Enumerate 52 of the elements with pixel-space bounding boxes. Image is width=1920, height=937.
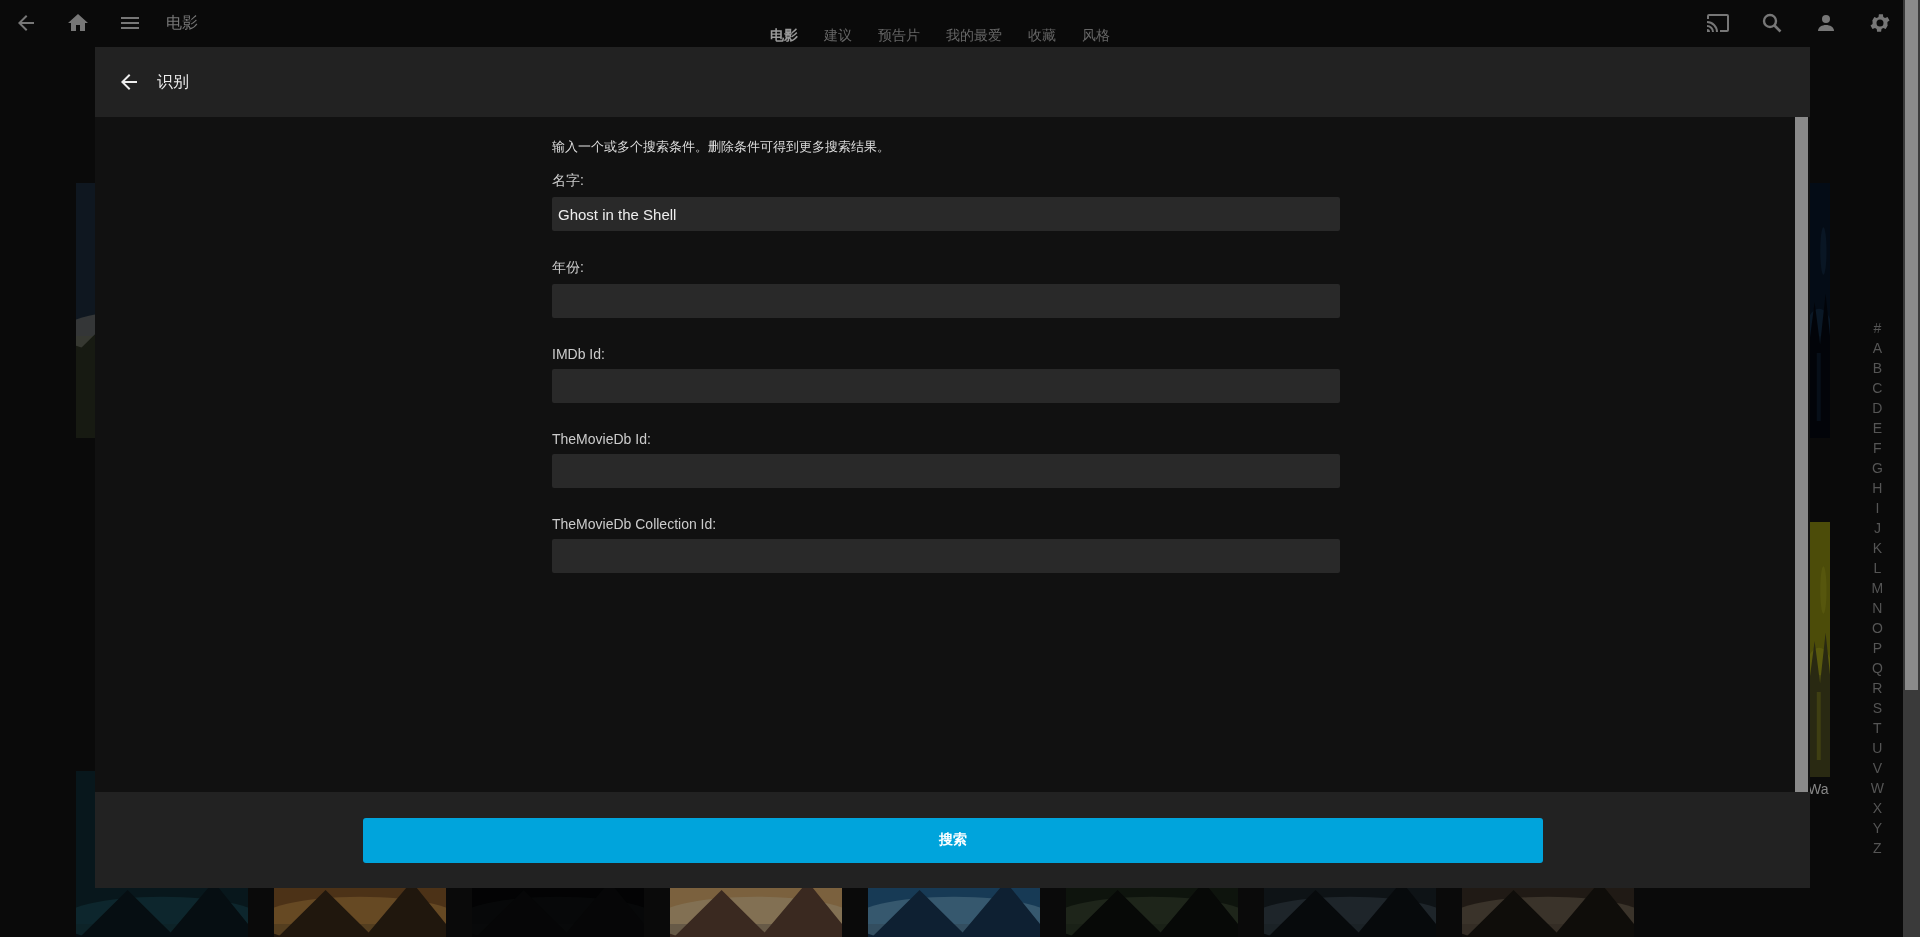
nav-tab[interactable]: 预告片: [878, 27, 920, 45]
field-label: TheMovieDb Collection Id:: [552, 516, 718, 532]
field-label: 名字:: [552, 172, 585, 190]
alphabet-letter[interactable]: I: [1875, 498, 1880, 518]
search-icon[interactable]: [1760, 11, 1784, 35]
scrollbar[interactable]: [1903, 0, 1920, 937]
alphabet-letter[interactable]: P: [1872, 638, 1883, 658]
nav-tab[interactable]: 我的最爱: [946, 27, 1002, 45]
alphabet-letter[interactable]: D: [1872, 398, 1883, 418]
alphabet-letter[interactable]: Z: [1873, 838, 1882, 858]
alphabet-letter[interactable]: V: [1872, 758, 1883, 778]
nav-tab[interactable]: 收藏: [1028, 27, 1056, 45]
settings-icon[interactable]: [1868, 11, 1892, 35]
input-field[interactable]: [552, 539, 1340, 573]
alphabet-letter[interactable]: O: [1871, 618, 1883, 638]
alphabet-letter[interactable]: G: [1871, 458, 1883, 478]
field-label: TheMovieDb Id:: [552, 431, 652, 447]
alphabet-letter[interactable]: S: [1872, 698, 1883, 718]
alphabet-letter[interactable]: E: [1872, 418, 1883, 438]
alphabet-letter[interactable]: Y: [1872, 818, 1883, 838]
alphabet-letter[interactable]: L: [1873, 558, 1882, 578]
nav-tab[interactable]: 电影: [770, 27, 798, 45]
cast-icon[interactable]: [1706, 11, 1730, 35]
alphabet-letter[interactable]: T: [1873, 718, 1882, 738]
alphabet-letter[interactable]: K: [1872, 538, 1883, 558]
alphabet-letter[interactable]: H: [1872, 478, 1883, 498]
alphabet-letter[interactable]: M: [1871, 578, 1884, 598]
input-field[interactable]: [552, 284, 1340, 318]
input-field[interactable]: [552, 454, 1340, 488]
alphabet-letter[interactable]: Q: [1871, 658, 1883, 678]
instruction-text: 输入一个或多个搜索条件。删除条件可得到更多搜索结果。: [552, 138, 891, 156]
alphabet-letter[interactable]: B: [1872, 358, 1883, 378]
alphabet-letter[interactable]: F: [1873, 438, 1882, 458]
alphabet-letter[interactable]: X: [1872, 798, 1883, 818]
page-title: 电影: [166, 12, 198, 33]
alphabet-letter[interactable]: C: [1872, 378, 1883, 398]
search-button[interactable]: 搜索: [362, 817, 1543, 863]
input-field[interactable]: Ghost in the Shell: [552, 197, 1340, 231]
alphabet-letter[interactable]: N: [1872, 598, 1883, 618]
field-label: 年份:: [552, 259, 585, 277]
alphabet-letter[interactable]: U: [1872, 738, 1883, 758]
nav-tab[interactable]: 建议: [824, 27, 852, 45]
scrollbar[interactable]: [1795, 117, 1808, 792]
input-field[interactable]: [552, 369, 1340, 403]
alphabet-letter[interactable]: A: [1872, 338, 1883, 358]
field-label: IMDb Id:: [552, 346, 606, 362]
alphabet-letter[interactable]: W: [1870, 778, 1884, 798]
nav-tab[interactable]: 风格: [1082, 27, 1110, 45]
alphabet-letter[interactable]: J: [1873, 518, 1881, 538]
alphabet-letter[interactable]: #: [1873, 318, 1882, 338]
dialog-title: 识别: [157, 71, 189, 92]
alphabet-letter[interactable]: R: [1872, 678, 1883, 698]
